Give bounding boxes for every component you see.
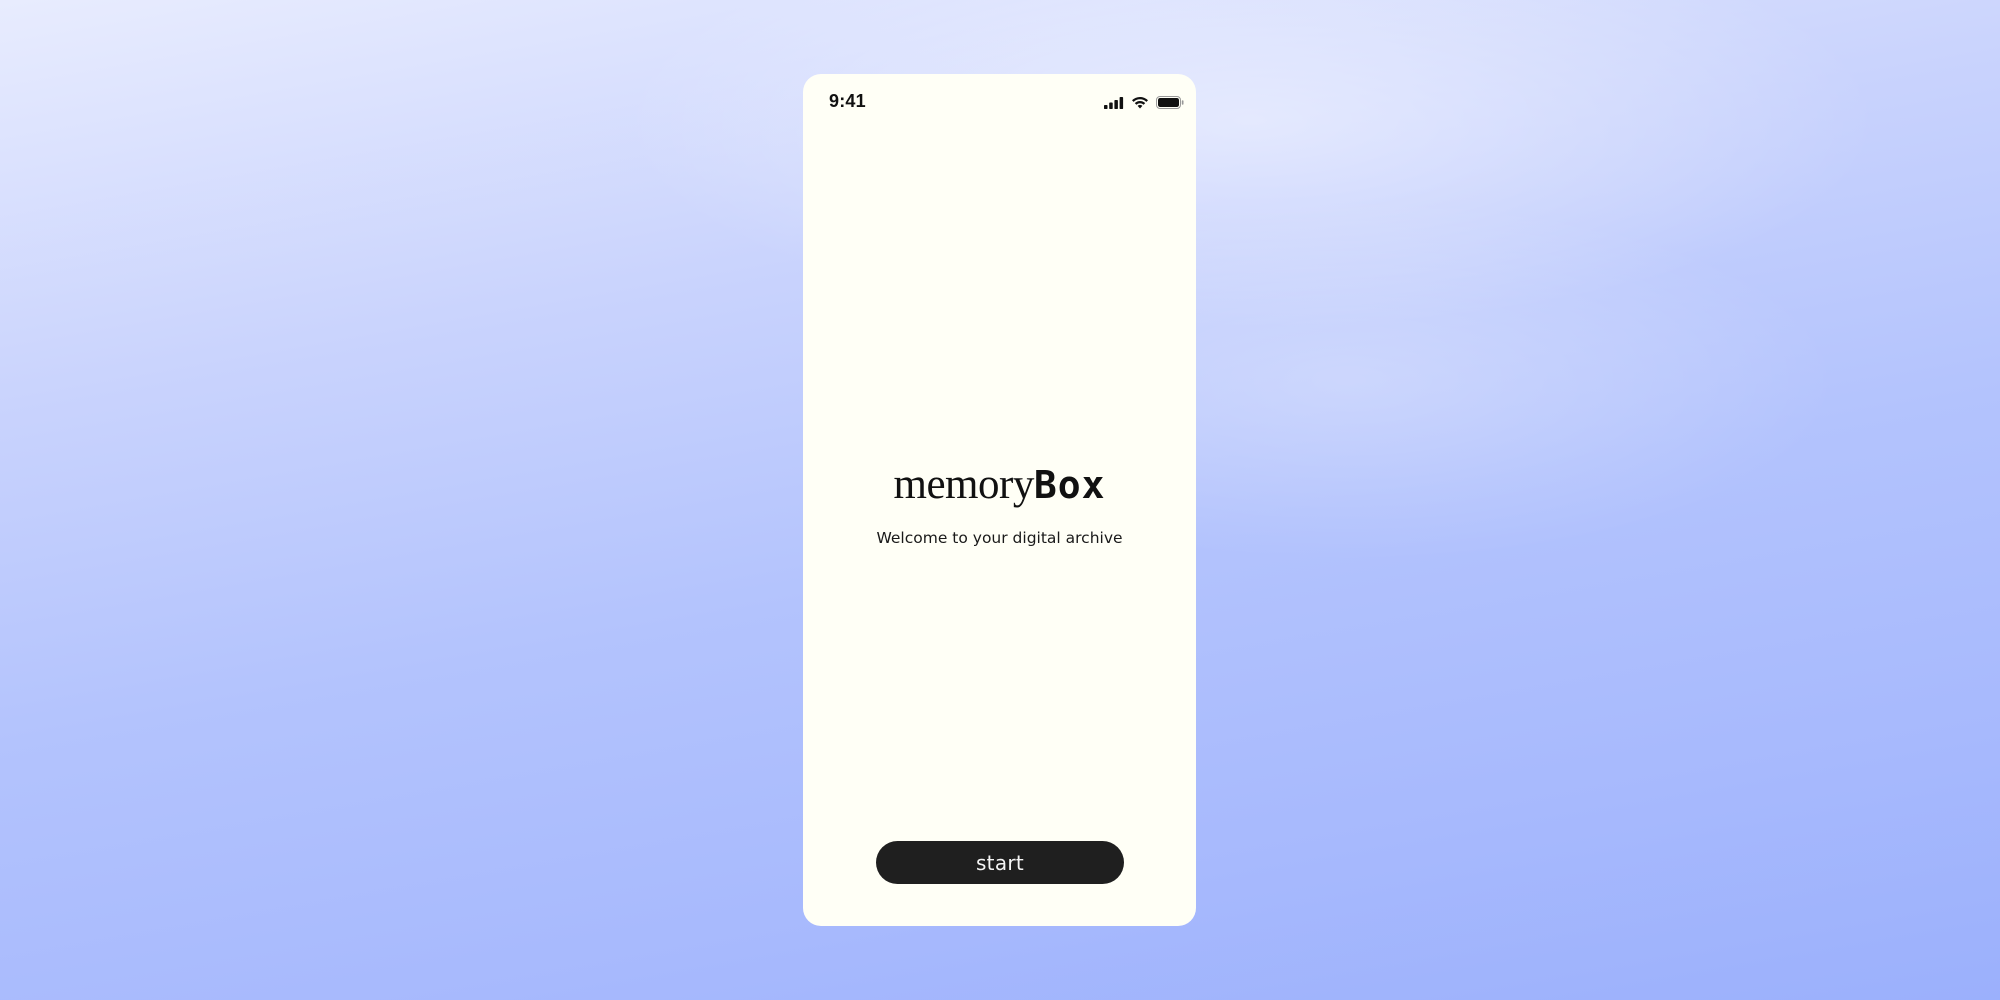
status-time: 9:41 [829, 91, 866, 111]
logo-word-box: Box [1033, 463, 1106, 507]
welcome-tagline: Welcome to your digital archive [876, 529, 1123, 547]
welcome-block: memoryBox Welcome to your digital archiv… [803, 458, 1196, 547]
start-button[interactable]: start [876, 841, 1124, 884]
phone-screen: 9:41 memoryBox Welcome to your digital a… [803, 74, 1196, 926]
wifi-icon [1131, 96, 1149, 109]
status-icons [1104, 96, 1184, 109]
cellular-signal-icon [1104, 96, 1124, 109]
logo-word-memory: memory [893, 461, 1035, 508]
status-bar: 9:41 [803, 74, 1196, 130]
app-logo: memoryBox [803, 458, 1196, 511]
battery-icon [1156, 96, 1184, 109]
